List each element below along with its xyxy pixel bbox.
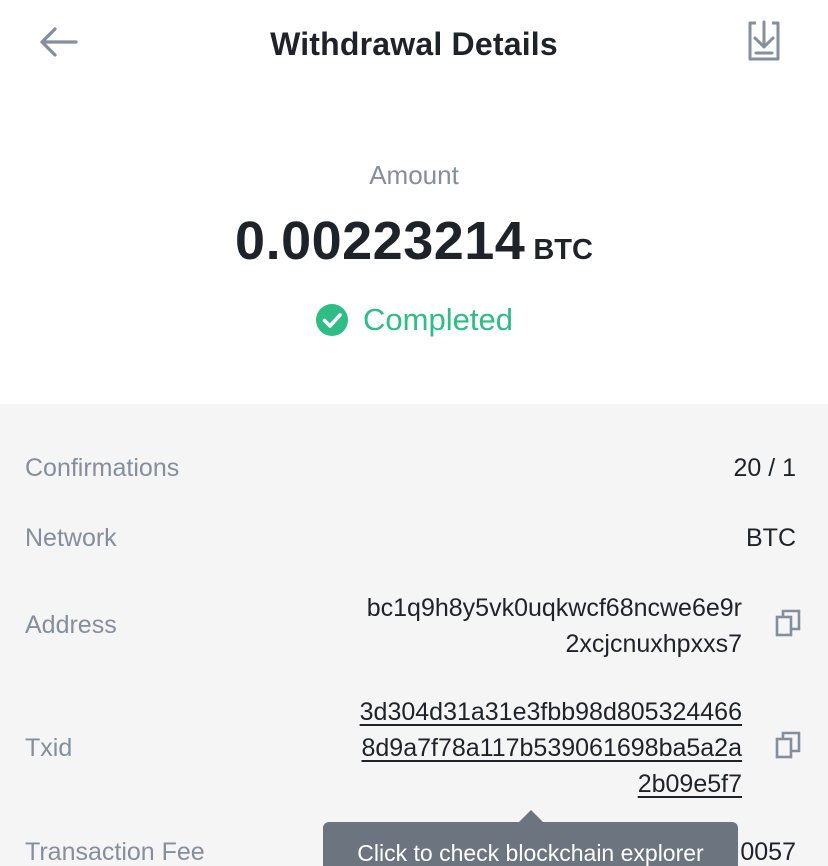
download-icon bbox=[746, 19, 782, 68]
network-value: BTC bbox=[746, 524, 796, 552]
txid-link[interactable]: 3d304d31a31e3fbb98d805324466 8d9a7f78a11… bbox=[360, 694, 742, 802]
tooltip-text: Click to check blockchain explorer bbox=[357, 840, 704, 866]
status-text: Completed bbox=[363, 302, 513, 337]
confirmations-value: 20 / 1 bbox=[733, 454, 796, 482]
amount-summary: Amount 0.00223214 BTC Completed bbox=[0, 90, 828, 404]
amount-value: 0.00223214 bbox=[235, 211, 526, 271]
confirmations-label: Confirmations bbox=[25, 454, 180, 482]
header: Withdrawal Details bbox=[0, 0, 828, 90]
address-value: bc1q9h8y5vk0uqkwcf68ncwe6e9r 2xcjcnuxhpx… bbox=[367, 590, 742, 662]
page-title: Withdrawal Details bbox=[270, 26, 558, 62]
txid-line[interactable]: 3d304d31a31e3fbb98d805324466 bbox=[360, 694, 742, 730]
address-line: bc1q9h8y5vk0uqkwcf68ncwe6e9r bbox=[366, 594, 742, 622]
txid-line[interactable]: 2b09e5f7 bbox=[360, 766, 742, 802]
copy-icon bbox=[775, 731, 801, 764]
txid-line[interactable]: 8d9a7f78a117b539061698ba5a2a bbox=[360, 730, 743, 766]
copy-txid-button[interactable] bbox=[772, 731, 804, 763]
check-circle-icon bbox=[315, 303, 349, 337]
network-label: Network bbox=[25, 524, 117, 552]
copy-address-button[interactable] bbox=[772, 609, 804, 641]
download-button[interactable] bbox=[742, 20, 786, 66]
address-line: 2xcjcnuxhpxxs7 bbox=[565, 630, 742, 658]
amount-row: 0.00223214 BTC bbox=[0, 210, 828, 272]
transaction-fee-value: 0057 bbox=[740, 838, 796, 866]
transaction-fee-label: Transaction Fee bbox=[25, 838, 205, 866]
details-section: Confirmations 20 / 1 Network BTC Address… bbox=[0, 404, 828, 866]
copy-icon bbox=[775, 609, 801, 642]
txid-label: Txid bbox=[25, 734, 73, 762]
amount-unit: BTC bbox=[533, 234, 593, 266]
amount-label: Amount bbox=[369, 160, 459, 190]
blockchain-explorer-tooltip: Click to check blockchain explorer bbox=[323, 810, 738, 866]
address-label: Address bbox=[25, 611, 117, 639]
status-badge: Completed bbox=[0, 302, 828, 338]
